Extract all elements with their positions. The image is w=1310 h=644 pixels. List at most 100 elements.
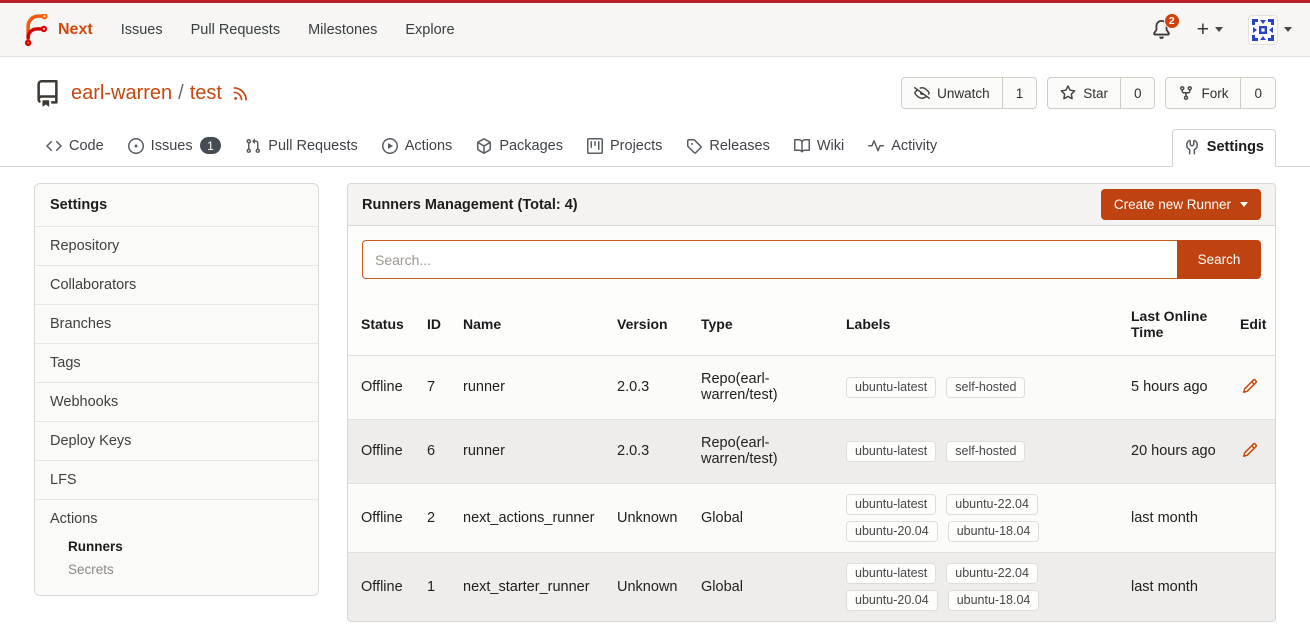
pencil-icon [1242,442,1258,458]
runner-last-online: last month [1118,483,1227,552]
runners-panel: Runners Management (Total: 4) Create new… [347,183,1276,622]
runner-last-online: 5 hours ago [1118,355,1227,419]
tab-activity[interactable]: Activity [856,128,949,166]
runner-label: ubuntu-20.04 [846,521,938,542]
create-runner-label: Create new Runner [1114,197,1231,212]
runner-label: ubuntu-latest [846,377,936,398]
edit-runner-button[interactable] [1240,440,1260,460]
tab-label: Wiki [817,138,844,154]
sidebar-subitem-secrets[interactable]: Secrets [50,558,303,581]
forgejo-logo-icon [18,14,50,46]
runner-name: runner [450,419,604,483]
tab-code[interactable]: Code [34,128,116,166]
sidebar-item-lfs[interactable]: LFS [35,461,318,500]
sidebar-item-webhooks[interactable]: Webhooks [35,383,318,422]
sidebar-item-deploy-keys[interactable]: Deploy Keys [35,422,318,461]
watch-button-group: Unwatch 1 [901,77,1037,109]
rss-icon[interactable] [232,84,250,102]
runner-version: 2.0.3 [604,355,688,419]
tab-label: Packages [499,138,563,154]
runner-type: Repo(earl-warren/test) [701,435,813,467]
tab-pull-requests[interactable]: Pull Requests [233,128,369,166]
sidebar-item-branches[interactable]: Branches [35,305,318,344]
user-menu-button[interactable] [1249,16,1292,44]
repo-book-icon [34,80,61,107]
runner-type: Repo(earl-warren/test) [701,371,813,403]
runner-label: ubuntu-latest [846,494,936,515]
runner-label: self-hosted [946,441,1025,462]
col-status: Status [348,293,414,355]
create-menu-button[interactable]: + [1197,19,1223,40]
sidebar-header-settings: Settings [35,184,318,227]
home-link[interactable]: Next [18,14,93,46]
tab-releases[interactable]: Releases [674,128,781,166]
sidebar-subitem-runners[interactable]: Runners [50,535,303,558]
package-icon [476,138,492,154]
runner-status: Offline [348,419,414,483]
tab-settings[interactable]: Settings [1172,129,1276,167]
notification-count-badge: 2 [1164,13,1180,29]
watchers-count[interactable]: 1 [1002,78,1037,108]
tab-wiki[interactable]: Wiki [782,128,856,166]
book-icon [794,138,810,154]
nav-issues[interactable]: Issues [107,12,177,48]
sidebar-item-tags[interactable]: Tags [35,344,318,383]
nav-milestones[interactable]: Milestones [294,12,391,48]
fork-label: Fork [1201,86,1228,101]
sidebar-group-actions: Actions Runners Secrets [35,500,318,595]
runner-version: Unknown [604,552,688,621]
star-label: Star [1083,86,1108,101]
col-labels: Labels [833,293,1118,355]
sidebar-item-collaborators[interactable]: Collaborators [35,266,318,305]
tab-label: Settings [1207,139,1264,155]
sidebar-item-repository[interactable]: Repository [35,227,318,266]
forks-count[interactable]: 0 [1240,78,1275,108]
runner-id: 6 [414,419,450,483]
fork-button[interactable]: Fork [1166,78,1240,108]
page-title: Runners Management (Total: 4) [362,197,578,213]
top-navbar: Next Issues Pull Requests Milestones Exp… [0,0,1310,57]
pull-request-icon [245,138,261,154]
tab-packages[interactable]: Packages [464,128,575,166]
runner-label: ubuntu-20.04 [846,590,938,611]
stars-count[interactable]: 0 [1120,78,1155,108]
col-id: ID [414,293,450,355]
edit-runner-button[interactable] [1240,376,1260,396]
play-circle-icon [382,138,398,154]
tab-actions[interactable]: Actions [370,128,465,166]
table-row: Offline 7 runner 2.0.3 Repo(earl-warren/… [348,355,1275,419]
runner-id: 7 [414,355,450,419]
create-runner-button[interactable]: Create new Runner [1101,189,1261,220]
eye-slash-icon [914,85,930,101]
brand-name: Next [58,21,93,39]
sidebar-item-actions[interactable]: Actions [35,500,318,531]
nav-explore[interactable]: Explore [391,12,468,48]
tab-label: Activity [891,138,937,154]
repo-name-link[interactable]: test [190,82,222,105]
runner-status: Offline [348,355,414,419]
runner-last-online: 20 hours ago [1118,419,1227,483]
avatar [1249,16,1277,44]
tab-projects[interactable]: Projects [575,128,674,166]
runner-label: ubuntu-18.04 [948,590,1040,611]
pencil-icon [1242,378,1258,394]
tab-label: Issues [151,138,193,154]
notifications-button[interactable]: 2 [1152,20,1171,39]
runner-id: 2 [414,483,450,552]
star-button-group: Star 0 [1047,77,1155,109]
star-button[interactable]: Star [1048,78,1120,108]
unwatch-button[interactable]: Unwatch [902,78,1002,108]
runner-name: next_starter_runner [450,552,604,621]
caret-down-icon [1240,202,1248,207]
tab-issues[interactable]: Issues 1 [116,127,234,166]
runner-search-bar: Search [348,226,1275,293]
repo-owner-link[interactable]: earl-warren [71,82,172,105]
tools-icon [1184,139,1200,155]
col-name: Name [450,293,604,355]
pulse-icon [868,138,884,154]
repo-header: earl-warren / test Unwatch 1 Star [0,57,1310,121]
search-button[interactable]: Search [1177,240,1261,279]
tab-label: Code [69,138,104,154]
nav-pull-requests[interactable]: Pull Requests [177,12,294,48]
search-input[interactable] [362,240,1177,279]
